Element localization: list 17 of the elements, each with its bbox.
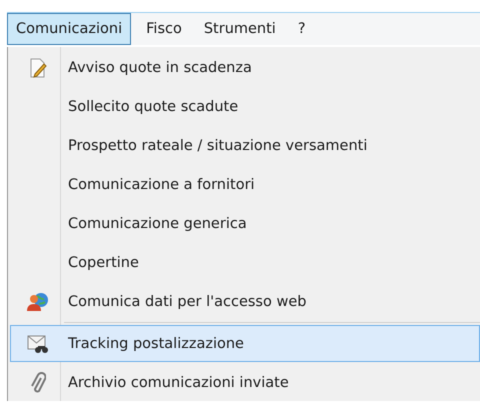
note-pencil-icon (28, 58, 48, 78)
menu-bar-item[interactable]: Fisco (137, 13, 195, 45)
menu-bar-item[interactable]: ? (288, 13, 319, 45)
menu-item[interactable]: Comunicazione generica (10, 205, 480, 242)
people-globe-icon (26, 292, 48, 312)
menu-bar-item[interactable]: Strumenti (194, 13, 289, 45)
menu-item[interactable]: Copertine (10, 244, 480, 281)
menu-item[interactable]: Comunicazione a fornitori (10, 166, 480, 203)
menu-item[interactable]: Archivio comunicazioni inviate (10, 364, 480, 401)
paperclip-icon (30, 372, 46, 394)
menu-item[interactable]: Prospetto rateale / situazione versamenti (10, 127, 480, 164)
envelope-binoculars-icon (26, 334, 48, 354)
menu-item[interactable]: Tracking postalizzazione (10, 325, 480, 362)
menu-item[interactable]: Sollecito quote scadute (10, 88, 480, 125)
menu-item[interactable]: Comunica dati per l'accesso web (10, 283, 480, 320)
menu-item[interactable]: Avviso quote in scadenza (10, 49, 480, 86)
menu-bar-item[interactable]: Comunicazioni (7, 13, 132, 45)
